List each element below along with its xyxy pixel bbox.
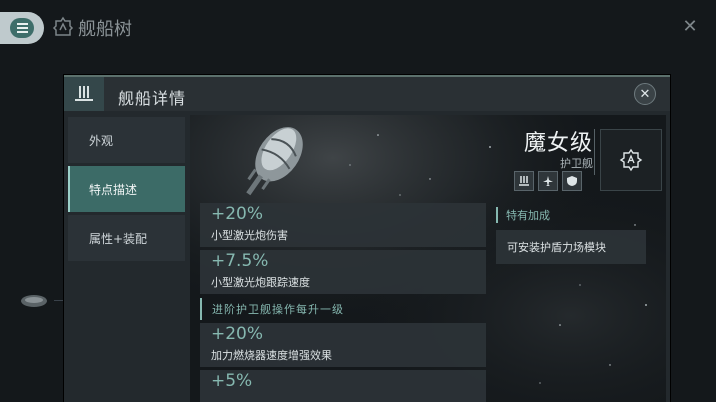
tab-label: 外观 <box>89 133 114 148</box>
ship-class: 护卫舰 <box>560 157 593 170</box>
special-item: 可安装护盾力场模块 <box>496 230 646 264</box>
tab-characteristics[interactable]: 特点描述 <box>68 166 185 212</box>
chip-a-icon <box>600 129 662 191</box>
menu-button[interactable] <box>0 12 44 44</box>
tab-appearance[interactable]: 外观 <box>68 117 185 163</box>
close-icon: ✕ <box>639 86 651 102</box>
dialog-header: 舰船详情 ✕ <box>64 77 670 111</box>
ship-model <box>246 127 303 196</box>
menu-icon <box>10 18 34 38</box>
bonus-item: +5% <box>200 370 486 402</box>
tab-label: 属性+装配 <box>89 231 148 246</box>
detail-tabs: 外观 特点描述 属性+装配 <box>68 117 185 264</box>
weapon-turret-icon <box>514 171 534 191</box>
dialog-close-button[interactable]: ✕ <box>634 83 656 105</box>
bonus-value: +20% <box>211 204 264 224</box>
dialog-title: 舰船详情 <box>118 89 187 108</box>
bonus-value: +5% <box>211 371 253 391</box>
app-close-icon[interactable]: ✕ <box>680 17 700 37</box>
bonus-list: +20% 小型激光炮伤害 +7.5% 小型激光炮跟踪速度 进阶护卫舰操作每升一级… <box>200 203 486 402</box>
special-title: 特有加成 <box>496 207 658 223</box>
section-title: 进阶护卫舰操作每升一级 <box>200 298 486 320</box>
ship-detail-dialog: 舰船详情 ✕ 外观 特点描述 属性+装配 魔女级 护卫舰 +20% 小型激光炮伤… <box>64 75 670 402</box>
top-bar: 舰船树 ✕ <box>0 0 716 58</box>
bonus-item: +7.5% 小型激光炮跟踪速度 <box>200 250 486 294</box>
aircraft-icon <box>538 171 558 191</box>
ship-name: 魔女级 <box>523 131 593 156</box>
dialog-logo-icon <box>64 77 104 111</box>
shield-icon <box>562 171 582 191</box>
content-panel: 魔女级 护卫舰 +20% 小型激光炮伤害 +7.5% 小型激光炮跟踪速度 进阶护… <box>190 115 666 402</box>
tab-label: 特点描述 <box>89 182 138 197</box>
page-title: 舰船树 <box>78 19 132 40</box>
background-ship-icon <box>21 295 47 307</box>
role-icons <box>514 171 582 191</box>
tab-attributes-fitting[interactable]: 属性+装配 <box>68 215 185 261</box>
bonus-value: +7.5% <box>211 251 269 271</box>
bonus-desc: 小型激光炮伤害 <box>211 229 288 242</box>
special-bonus-panel: 特有加成 可安装护盾力场模块 <box>496 207 658 264</box>
bonus-desc: 加力燃烧器速度增强效果 <box>211 349 332 362</box>
bonus-item: +20% 小型激光炮伤害 <box>200 203 486 247</box>
bonus-value: +20% <box>211 324 264 344</box>
bonus-desc: 小型激光炮跟踪速度 <box>211 276 310 289</box>
ship-tree-icon <box>52 16 74 36</box>
divider <box>594 129 595 175</box>
bonus-item: +20% 加力燃烧器速度增强效果 <box>200 323 486 367</box>
